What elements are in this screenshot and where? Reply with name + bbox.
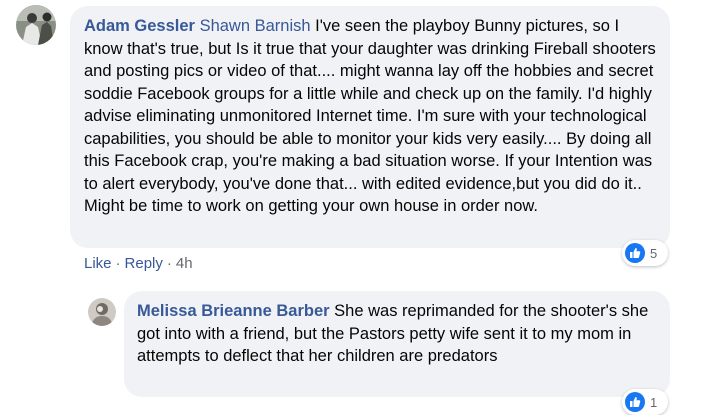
reply-reaction-summary[interactable]: 1 — [622, 389, 668, 415]
reaction-count: 5 — [650, 245, 658, 261]
reply-author[interactable]: Melissa Brieanne Barber — [137, 302, 330, 320]
avatar-adam-gessler[interactable] — [16, 5, 56, 45]
separator-dot: · — [115, 255, 121, 272]
reply-link[interactable]: Reply — [125, 255, 163, 272]
reaction-count: 1 — [650, 394, 658, 410]
like-link[interactable]: Like — [84, 255, 112, 272]
comment-bubble: Adam Gessler Shawn Barnish I've seen the… — [70, 6, 670, 248]
reply-bubble: Melissa Brieanne Barber She was repriman… — [124, 291, 670, 397]
like-icon — [625, 392, 645, 412]
mention-link[interactable]: Shawn Barnish — [200, 17, 311, 35]
comment-actions: Like · Reply · 4h — [84, 255, 193, 272]
reaction-summary[interactable]: 5 — [622, 240, 668, 266]
separator-dot: · — [166, 255, 172, 272]
avatar-melissa-barber[interactable] — [88, 298, 116, 326]
like-icon — [625, 243, 645, 263]
comment-text: I've seen the playboy Bunny pictures, so… — [84, 17, 656, 215]
comment-author[interactable]: Adam Gessler — [84, 17, 195, 35]
comment-timestamp[interactable]: 4h — [176, 255, 193, 272]
